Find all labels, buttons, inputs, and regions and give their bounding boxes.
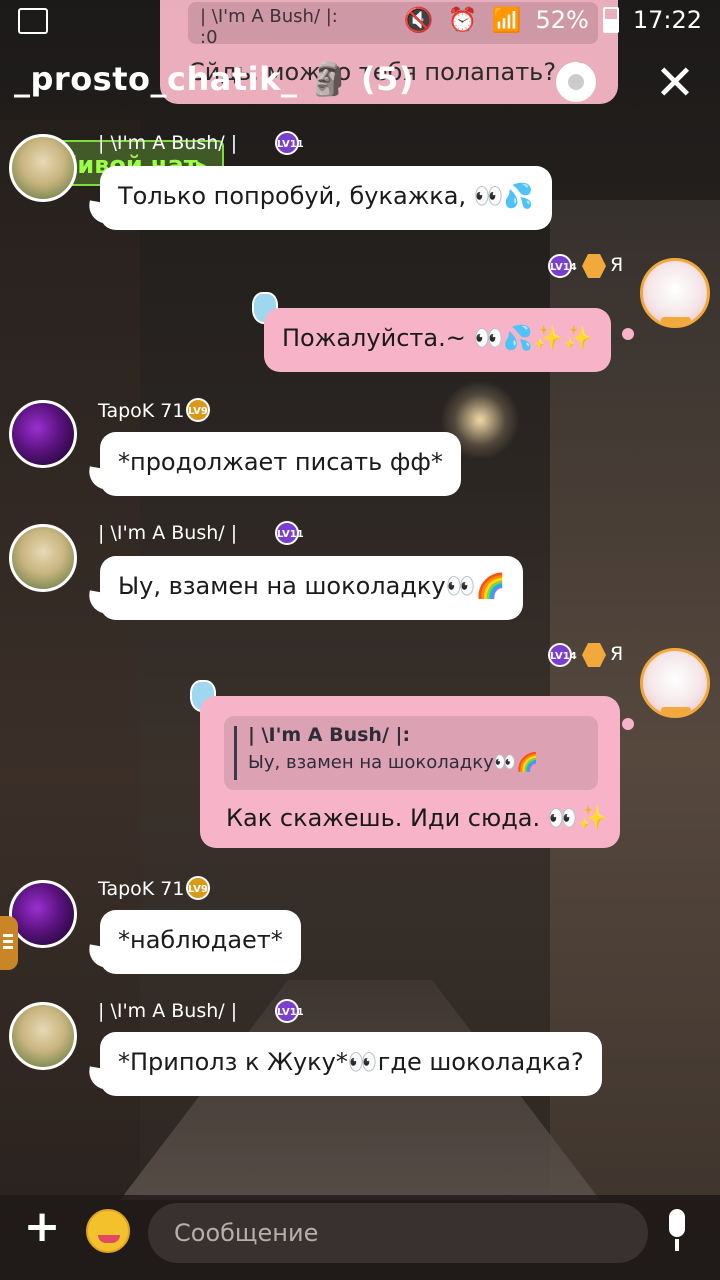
microphone-icon[interactable]: [662, 1209, 692, 1253]
mute-icon: 🔇: [403, 6, 434, 34]
avatar[interactable]: [9, 134, 77, 202]
wifi-icon: 📶: [491, 6, 522, 34]
achievement-badge-icon: [582, 254, 606, 278]
clock: 17:22: [632, 6, 702, 34]
message-bubble[interactable]: | \I'm A Bush/ |: Ыу, взамен на шоколадк…: [200, 696, 620, 848]
level-badge: LV11: [275, 521, 304, 545]
bubble-tail-dot: [622, 718, 634, 730]
message-text: Как скажешь. Иди сюда. 👀✨: [226, 804, 608, 832]
avatar[interactable]: [9, 400, 77, 468]
message-username[interactable]: TapoK 71: [98, 400, 184, 422]
avatar[interactable]: [9, 1002, 77, 1070]
message-username[interactable]: Я: [610, 643, 623, 665]
level-badge: LV14: [548, 254, 577, 278]
reply-quote[interactable]: | \I'm A Bush/ |: Ыу, взамен на шоколадк…: [224, 716, 598, 790]
message-bubble[interactable]: Пожалуйста.~ 👀💦✨✨: [264, 308, 611, 372]
message-username[interactable]: | \I'm A Bush/ |: [98, 1000, 237, 1022]
level-badge: LV11: [275, 999, 304, 1023]
status-bar: 🔇 ⏰ 📶 52% 17:22: [0, 0, 720, 44]
battery-icon: [602, 7, 619, 33]
plus-icon[interactable]: +: [20, 1205, 64, 1249]
level-badge: LV9: [186, 876, 210, 900]
message-text: *наблюдает*: [118, 926, 283, 954]
message-composer: +: [0, 1195, 720, 1280]
message-bubble[interactable]: *продолжает писать фф*: [100, 432, 461, 496]
message-text: Только попробуй, букажка, 👀💦: [118, 182, 534, 210]
menu-icon: [3, 934, 13, 937]
message-bubble[interactable]: *Приполз к Жуку*👀где шоколадка?: [100, 1032, 602, 1096]
emoji-icon[interactable]: [86, 1209, 130, 1253]
message-bubble[interactable]: Только попробуй, букажка, 👀💦: [100, 166, 552, 230]
level-badge: LV9: [186, 398, 210, 422]
message-text: *Приполз к Жуку*👀где шоколадка?: [118, 1048, 584, 1076]
level-badge: LV14: [548, 643, 577, 667]
status-icons: 🔇 ⏰ 📶 52% 17:22: [404, 6, 702, 34]
gallery-notification-icon: [18, 8, 48, 34]
close-icon[interactable]: ✕: [650, 58, 700, 108]
message-username[interactable]: | \I'm A Bush/ |: [98, 132, 237, 154]
message-username[interactable]: Я: [610, 254, 623, 276]
side-menu-handle[interactable]: [0, 916, 18, 970]
reply-quote-text: Ыу, взамен на шоколадку👀🌈: [248, 752, 539, 773]
message-input[interactable]: [148, 1203, 648, 1263]
avatar[interactable]: [640, 648, 710, 718]
chat-title[interactable]: _prosto_chatik_ 🗿 (5): [14, 60, 414, 98]
message-username[interactable]: TapoK 71: [98, 878, 184, 900]
message-username[interactable]: | \I'm A Bush/ |: [98, 522, 237, 544]
avatar[interactable]: [9, 880, 77, 948]
message-text: *продолжает писать фф*: [118, 448, 443, 476]
message-text: Пожалуйста.~ 👀💦✨✨: [282, 324, 593, 352]
gear-icon[interactable]: [556, 62, 596, 102]
avatar[interactable]: [9, 524, 77, 592]
level-badge: LV11: [275, 131, 304, 155]
avatar[interactable]: [640, 258, 710, 328]
achievement-badge-icon: [582, 643, 606, 667]
battery-percent: 52%: [535, 6, 589, 34]
alarm-icon: ⏰: [447, 6, 478, 34]
reply-quote-author: | \I'm A Bush/ |:: [248, 724, 411, 746]
message-bubble[interactable]: *наблюдает*: [100, 910, 301, 974]
message-text: Ыу, взамен на шоколадку👀🌈: [118, 572, 506, 600]
bubble-tail-dot: [622, 328, 634, 340]
chat-header: _prosto_chatik_ 🗿 (5): [0, 52, 720, 114]
message-bubble[interactable]: Ыу, взамен на шоколадку👀🌈: [100, 556, 524, 620]
